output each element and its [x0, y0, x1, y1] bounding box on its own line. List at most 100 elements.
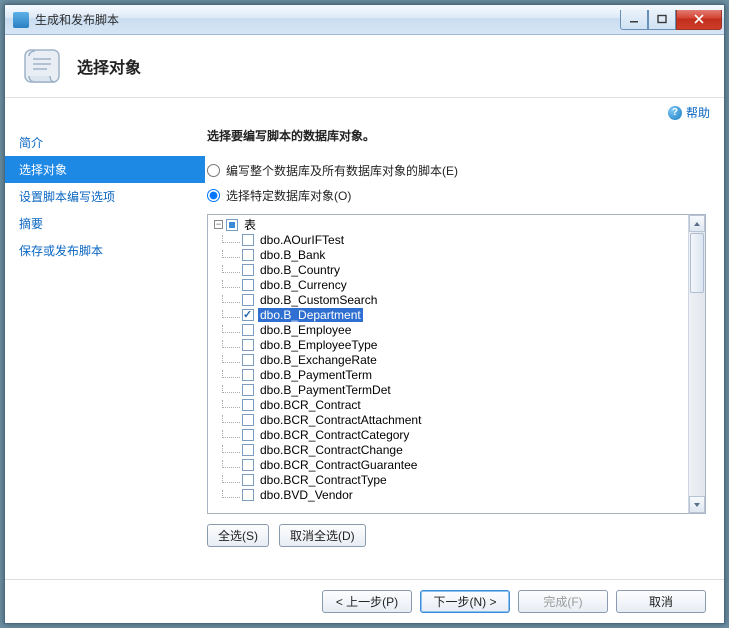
- client-area: 选择对象 ? 帮助 简介选择对象设置脚本编写选项摘要保存或发布脚本 选择要编写脚…: [5, 35, 724, 623]
- tree-item[interactable]: dbo.B_EmployeeType: [228, 337, 686, 352]
- tree-item[interactable]: dbo.BCR_ContractType: [228, 472, 686, 487]
- tree-item[interactable]: dbo.B_Country: [228, 262, 686, 277]
- checkbox[interactable]: [242, 279, 254, 291]
- tree-connector: [222, 325, 240, 333]
- tree-label: dbo.BCR_ContractGuarantee: [258, 458, 419, 472]
- tree-item[interactable]: dbo.B_Employee: [228, 322, 686, 337]
- close-button[interactable]: [676, 10, 722, 30]
- finish-button[interactable]: 完成(F): [518, 590, 608, 613]
- tree-connector: [222, 280, 240, 288]
- tree-label: 表: [242, 216, 258, 233]
- scroll-down-button[interactable]: [689, 496, 705, 513]
- tree-root[interactable]: −表: [214, 217, 686, 232]
- tree-connector: [222, 355, 240, 363]
- tree-item[interactable]: dbo.AOurIFTest: [228, 232, 686, 247]
- sidebar-item[interactable]: 简介: [5, 129, 205, 156]
- sidebar-item[interactable]: 选择对象: [5, 156, 205, 183]
- help-label: 帮助: [686, 104, 710, 121]
- tree-connector: [222, 265, 240, 273]
- scroll-track[interactable]: [689, 294, 705, 496]
- tree-label: dbo.B_PaymentTermDet: [258, 383, 393, 397]
- checkbox[interactable]: [242, 264, 254, 276]
- radio-all-input[interactable]: [207, 164, 220, 177]
- tree-item[interactable]: dbo.B_Bank: [228, 247, 686, 262]
- tree-item[interactable]: dbo.B_Currency: [228, 277, 686, 292]
- checkbox[interactable]: [242, 444, 254, 456]
- tree-item[interactable]: dbo.BCR_Contract: [228, 397, 686, 412]
- tree-item[interactable]: dbo.BCR_ContractGuarantee: [228, 457, 686, 472]
- main: 选择要编写脚本的数据库对象。 编写整个数据库及所有数据库对象的脚本(E) 选择特…: [205, 123, 724, 579]
- tree-connector: [222, 340, 240, 348]
- cancel-button[interactable]: 取消: [616, 590, 706, 613]
- tree-item[interactable]: dbo.B_Department: [228, 307, 686, 322]
- tree-label: dbo.BCR_Contract: [258, 398, 363, 412]
- checkbox[interactable]: [242, 459, 254, 471]
- checkbox[interactable]: [242, 234, 254, 246]
- checkbox[interactable]: [242, 354, 254, 366]
- tree-item[interactable]: dbo.B_CustomSearch: [228, 292, 686, 307]
- checkbox[interactable]: [242, 399, 254, 411]
- sidebar: 简介选择对象设置脚本编写选项摘要保存或发布脚本: [5, 123, 205, 579]
- checkbox[interactable]: [242, 414, 254, 426]
- tree-item[interactable]: dbo.BCR_ContractChange: [228, 442, 686, 457]
- checkbox[interactable]: [226, 219, 238, 231]
- tree-item[interactable]: dbo.B_PaymentTerm: [228, 367, 686, 382]
- tree-item[interactable]: dbo.B_PaymentTermDet: [228, 382, 686, 397]
- tree-label: dbo.AOurIFTest: [258, 233, 346, 247]
- minimize-button[interactable]: [620, 10, 648, 30]
- tree-scroll[interactable]: −表dbo.AOurIFTestdbo.B_Bankdbo.B_Countryd…: [208, 215, 688, 513]
- tree-label: dbo.B_Currency: [258, 278, 349, 292]
- checkbox[interactable]: [242, 339, 254, 351]
- window-title: 生成和发布脚本: [35, 11, 620, 28]
- help-row: ? 帮助: [5, 98, 724, 123]
- checkbox[interactable]: [242, 324, 254, 336]
- help-icon: ?: [668, 106, 682, 120]
- tree-connector: [222, 310, 240, 318]
- checkbox[interactable]: [242, 309, 254, 321]
- checkbox[interactable]: [242, 369, 254, 381]
- body: 简介选择对象设置脚本编写选项摘要保存或发布脚本 选择要编写脚本的数据库对象。 编…: [5, 123, 724, 579]
- checkbox[interactable]: [242, 429, 254, 441]
- tree-connector: [222, 400, 240, 408]
- radio-script-all[interactable]: 编写整个数据库及所有数据库对象的脚本(E): [207, 162, 706, 179]
- tree-connector: [222, 250, 240, 258]
- tree-item[interactable]: dbo.BCR_ContractAttachment: [228, 412, 686, 427]
- tree-item[interactable]: dbo.B_ExchangeRate: [228, 352, 686, 367]
- wizard-window: 生成和发布脚本 选择对象 ? 帮助 简介选择对象设置脚本编写选项摘要保存或发: [4, 4, 725, 624]
- next-button[interactable]: 下一步(N) >: [420, 590, 510, 613]
- select-all-button[interactable]: 全选(S): [207, 524, 269, 547]
- prompt-text: 选择要编写脚本的数据库对象。: [207, 127, 706, 144]
- checkbox[interactable]: [242, 294, 254, 306]
- radio-specific-input[interactable]: [207, 189, 220, 202]
- tree-connector: [222, 445, 240, 453]
- tree-connector: [222, 235, 240, 243]
- deselect-all-button[interactable]: 取消全选(D): [279, 524, 366, 547]
- checkbox[interactable]: [242, 474, 254, 486]
- titlebar[interactable]: 生成和发布脚本: [5, 5, 724, 35]
- maximize-button[interactable]: [648, 10, 676, 30]
- help-link[interactable]: ? 帮助: [668, 104, 710, 121]
- sidebar-item[interactable]: 摘要: [5, 210, 205, 237]
- sidebar-item[interactable]: 保存或发布脚本: [5, 237, 205, 264]
- checkbox[interactable]: [242, 249, 254, 261]
- radio-all-label: 编写整个数据库及所有数据库对象的脚本(E): [226, 162, 458, 179]
- tree-connector: [222, 295, 240, 303]
- scroll-up-button[interactable]: [689, 215, 705, 232]
- tree-connector: [222, 415, 240, 423]
- vertical-scrollbar[interactable]: [688, 215, 705, 513]
- tree-label: dbo.B_EmployeeType: [258, 338, 379, 352]
- expander-icon[interactable]: −: [214, 220, 223, 229]
- tree-connector: [222, 475, 240, 483]
- checkbox[interactable]: [242, 384, 254, 396]
- tree-item[interactable]: dbo.BCR_ContractCategory: [228, 427, 686, 442]
- radio-script-specific[interactable]: 选择特定数据库对象(O): [207, 187, 706, 204]
- checkbox[interactable]: [242, 489, 254, 501]
- tree-item[interactable]: dbo.BVD_Vendor: [228, 487, 686, 502]
- sidebar-item[interactable]: 设置脚本编写选项: [5, 183, 205, 210]
- app-icon: [13, 12, 29, 28]
- scroll-thumb[interactable]: [690, 233, 704, 293]
- prev-button[interactable]: < 上一步(P): [322, 590, 412, 613]
- tree-connector: [222, 460, 240, 468]
- tree-label: dbo.B_ExchangeRate: [258, 353, 379, 367]
- tree-connector: [222, 490, 240, 498]
